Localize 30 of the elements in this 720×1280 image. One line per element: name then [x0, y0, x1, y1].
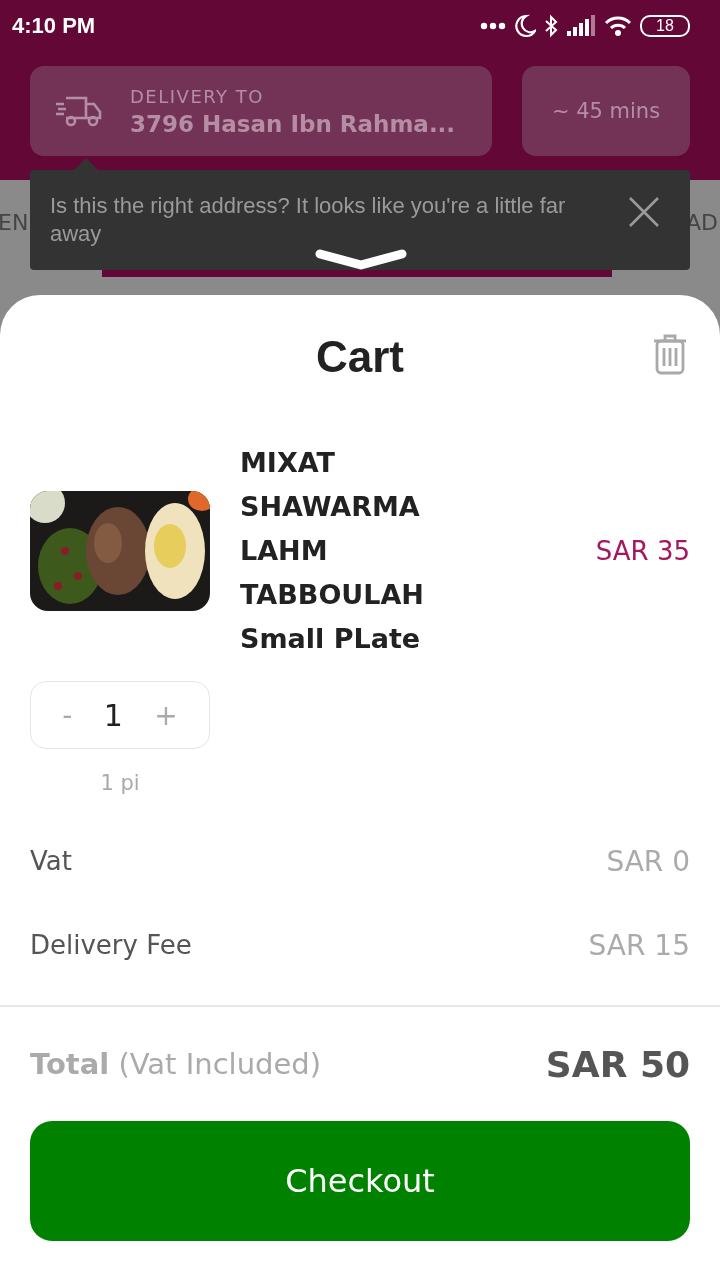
item-price: SAR 35 — [595, 536, 690, 566]
total-value: SAR 50 — [545, 1043, 690, 1085]
summary-value: SAR 15 — [588, 928, 690, 962]
cart-title: Cart — [316, 332, 404, 382]
bluetooth-icon — [544, 14, 558, 38]
category-tab[interactable]: EN — [0, 210, 29, 235]
chevron-down-icon[interactable] — [315, 248, 407, 270]
delivery-address-button[interactable]: DELIVERY TO 3796 Hasan Ibn Rahma... — [30, 66, 492, 156]
tooltip-message: Is this the right address? It looks like you're a little far away — [50, 192, 567, 248]
signal-icon — [566, 15, 596, 37]
eta-badge: ~ 45 mins — [522, 66, 690, 156]
quantity-value: 1 — [103, 697, 123, 733]
delivery-label: DELIVERY TO — [130, 85, 265, 107]
address-text: 3796 Hasan Ibn Rahma... — [130, 110, 456, 137]
more-icon — [480, 22, 506, 30]
battery-level-text: 18 — [656, 18, 674, 34]
moon-icon — [514, 14, 536, 38]
truck-icon — [54, 94, 102, 128]
item-name: MIXAT SHAWARMA LAHM TABBOULAH Small PLate — [240, 446, 425, 656]
status-time: 4:10 PM — [12, 13, 96, 39]
total-label: Total (Vat Included) — [30, 1047, 321, 1081]
summary-label: Vat — [30, 846, 72, 876]
increase-button[interactable]: + — [150, 698, 182, 732]
checkout-button[interactable]: Checkout — [30, 1121, 690, 1241]
wifi-icon — [604, 15, 632, 37]
decrease-button[interactable]: - — [58, 698, 77, 732]
unit-text: 1 pi — [100, 771, 140, 795]
summary-value: SAR 0 — [606, 844, 690, 878]
summary-label: Delivery Fee — [30, 930, 192, 960]
close-icon[interactable] — [628, 196, 660, 228]
